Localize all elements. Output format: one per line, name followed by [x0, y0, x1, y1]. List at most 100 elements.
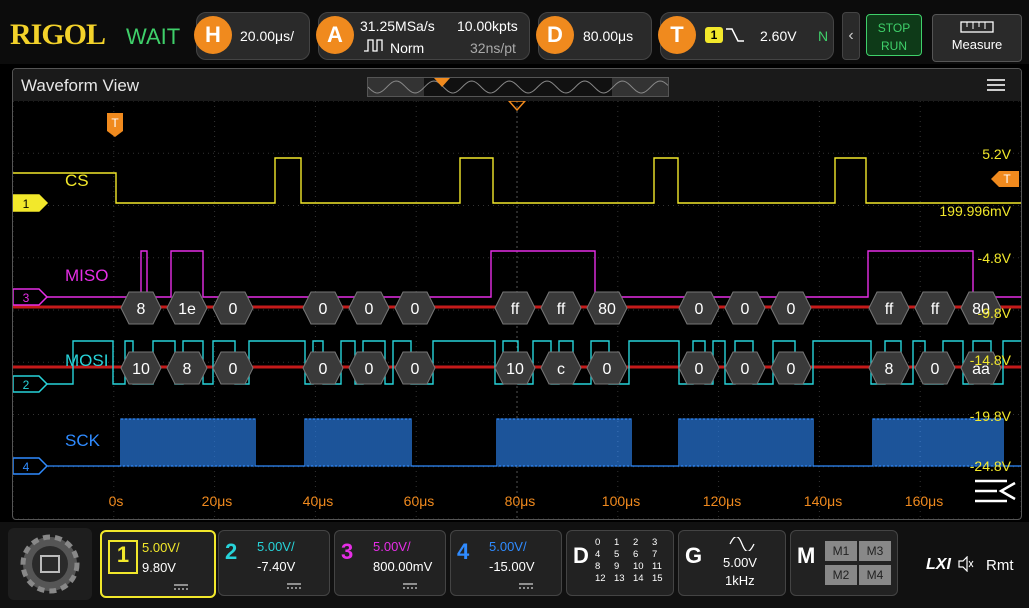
channel-3-text: 3 — [23, 291, 30, 305]
menu-icon[interactable] — [985, 77, 1007, 93]
run-stop-line2: RUN — [881, 39, 907, 53]
delay-icon[interactable]: D — [536, 16, 574, 54]
miso-decode-label: 8 — [137, 301, 146, 318]
channel-4-marker — [13, 457, 49, 475]
digital-channel-cell: 3 — [652, 537, 658, 548]
time-tick-label: 140μs — [804, 493, 842, 509]
pulse-icon — [364, 38, 384, 52]
digital-channel-cell: 14 — [633, 573, 644, 584]
ruler-icon — [933, 20, 1021, 37]
dc-coupling-icon — [403, 577, 417, 589]
acquire-mode: Norm — [390, 40, 425, 56]
math-m2-button[interactable]: M2 — [825, 565, 857, 585]
mosi-decode-label: 0 — [411, 361, 420, 378]
channel-4-text: 4 — [23, 460, 30, 474]
channel-1-text: 1 — [23, 197, 30, 211]
time-tick-label: 40μs — [303, 493, 334, 509]
memory-overview-svg — [367, 78, 669, 96]
waveform-header: Waveform View — [13, 69, 1021, 101]
miso-decode-label: ff — [557, 301, 566, 318]
cs-label: CS — [65, 171, 89, 190]
trigger-icon[interactable]: T — [658, 16, 696, 54]
miso-decode-label: 80 — [598, 301, 616, 318]
sine-icon — [729, 535, 755, 553]
generator-amplitude: 5.00V — [723, 555, 757, 570]
channel-2-box[interactable]: 2 5.00V/ -7.40V — [218, 530, 330, 596]
channel-3-offset: 800.00mV — [373, 559, 433, 574]
digital-channel-cell: 0 — [595, 537, 601, 548]
toolbar-left-arrow-icon[interactable]: ‹ — [842, 12, 860, 60]
miso-decode-label: ff — [931, 301, 940, 318]
time-tick-label: 160μs — [905, 493, 943, 509]
generator-box[interactable]: G 5.00V 1kHz — [678, 530, 786, 596]
time-tick-label: 120μs — [703, 493, 741, 509]
right-scale-label: 5.2V — [982, 146, 1011, 162]
digital-channel-cell: 12 — [595, 573, 606, 584]
digital-channel-cell: 5 — [614, 549, 620, 560]
channel-1-scale: 5.00V/ — [142, 540, 180, 555]
digital-channel-cell: 1 — [614, 537, 620, 548]
miso-decode-label: 0 — [411, 301, 420, 318]
digital-channel-cell: 8 — [595, 561, 601, 572]
acquire-icon[interactable]: A — [316, 16, 354, 54]
trigger-source-badge: 1 — [705, 27, 723, 43]
trigger-position-text: T — [111, 116, 119, 130]
channel-1-box[interactable]: 1 5.00V/ 9.80V — [100, 530, 216, 598]
right-scale-label: -9.8V — [978, 305, 1012, 321]
mosi-decode-label: 0 — [603, 361, 612, 378]
digital-channel-cell: 11 — [652, 561, 662, 572]
digital-channel-cell: 2 — [633, 537, 639, 548]
miso-label: MISO — [65, 266, 108, 285]
rising-edge-icon — [726, 26, 744, 44]
channel-3-scale: 5.00V/ — [373, 539, 411, 554]
mosi-decode-label: 10 — [506, 361, 524, 378]
remote-status: Rmt — [986, 557, 1014, 574]
mosi-decode-label: 0 — [741, 361, 750, 378]
mute-speaker-icon[interactable] — [958, 555, 974, 573]
lxi-icon: LXI — [926, 556, 951, 573]
right-scale-label: -24.8V — [970, 458, 1012, 474]
miso-decode-label: 0 — [229, 301, 238, 318]
digital-channels-box[interactable]: D 0 1 2 3 4 5 6 7 8 9 10 11 12 13 14 15 — [566, 530, 674, 596]
math-box[interactable]: M M1 M3 M2 M4 — [790, 530, 898, 596]
status-area: LXI Rmt — [910, 528, 1022, 600]
channel-2-num-text: 2 — [225, 539, 238, 564]
dc-coupling-icon — [174, 578, 188, 590]
brand-logo: RIGOL — [10, 18, 106, 51]
generator-frequency: 1kHz — [725, 573, 755, 588]
home-gear-button[interactable] — [8, 528, 92, 600]
mosi-decode-label: 10 — [132, 361, 150, 378]
measure-label: Measure — [951, 37, 1003, 52]
channel-3-number: 3 — [341, 539, 353, 565]
channel-2-offset: -7.40V — [257, 559, 296, 574]
measure-button[interactable]: Measure — [932, 14, 1022, 62]
channel-4-box[interactable]: 4 5.00V/ -15.00V — [450, 530, 562, 596]
mosi-label: MOSI — [65, 351, 108, 370]
mosi-decode-label: 0 — [319, 361, 328, 378]
math-m3-button[interactable]: M3 — [859, 541, 891, 561]
right-scale-label: -14.8V — [970, 352, 1012, 368]
dc-coupling-icon — [287, 577, 301, 589]
time-tick-label: 20μs — [202, 493, 233, 509]
top-toolbar: RIGOL WAIT H 20.00μs/ A 31.25MSa/s Norm … — [0, 0, 1029, 64]
miso-decode-label: 1e — [178, 301, 196, 318]
channel-3-marker — [13, 288, 49, 306]
time-per-point: 32ns/pt — [470, 40, 516, 56]
time-tick-label: 80μs — [505, 493, 536, 509]
horizontal-icon[interactable]: H — [194, 16, 232, 54]
mosi-decode-label: 0 — [229, 361, 238, 378]
run-stop-button[interactable]: STOP RUN — [866, 14, 922, 56]
channel-3-num-text: 3 — [341, 539, 354, 564]
channel-4-num-text: 4 — [457, 539, 470, 564]
math-m4-button[interactable]: M4 — [859, 565, 891, 585]
right-scale-label: -4.8V — [978, 250, 1012, 266]
channel-3-box[interactable]: 3 5.00V/ 800.00mV — [334, 530, 446, 596]
digital-channel-cell: 6 — [633, 549, 639, 560]
channel-1-badge: 1 — [108, 540, 138, 574]
waveform-view[interactable]: Waveform View 8 1e 0 0 0 0 ff ff 80 0 0 0 ff ff 80 10 8 0… — [12, 68, 1022, 520]
math-m1-button[interactable]: M1 — [825, 541, 857, 561]
memory-overview-bar[interactable] — [367, 77, 669, 97]
channel-2-text: 2 — [23, 378, 30, 392]
generator-label: G — [685, 543, 703, 568]
waveform-canvas: 8 1e 0 0 0 0 ff ff 80 0 0 0 ff ff 8010 8 0 0 0 0 10 c 0 0 0 0 8 0 aa… — [13, 101, 1021, 519]
